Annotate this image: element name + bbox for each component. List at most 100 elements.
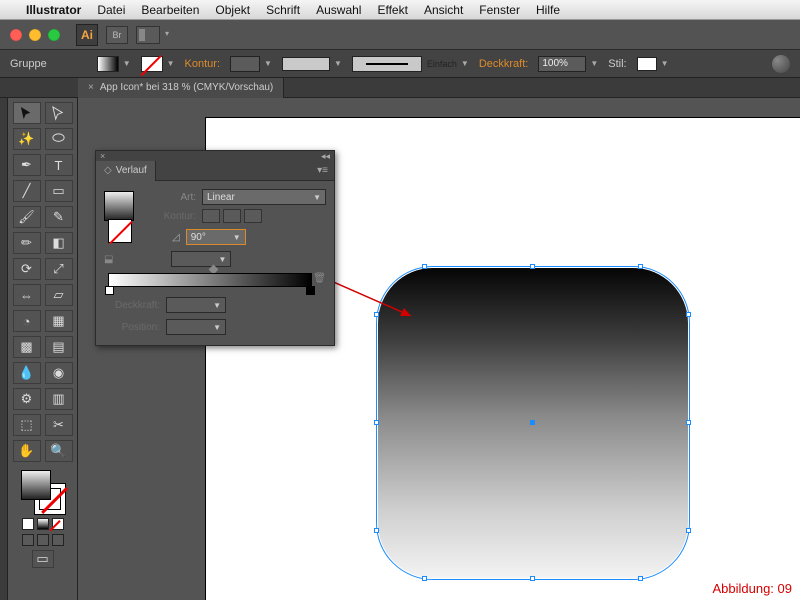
- close-tab-icon[interactable]: ×: [88, 82, 94, 93]
- aspect-ratio-input: ▼: [171, 251, 231, 267]
- menu-help[interactable]: Hilfe: [536, 3, 560, 17]
- eraser-tool[interactable]: ◧: [45, 232, 73, 254]
- selection-handle[interactable]: [374, 420, 379, 425]
- menu-object[interactable]: Objekt: [215, 3, 250, 17]
- selection-handle[interactable]: [638, 576, 643, 581]
- menu-view[interactable]: Ansicht: [424, 3, 463, 17]
- stop-position-label: Position:: [104, 322, 160, 333]
- type-tool[interactable]: T: [45, 154, 73, 176]
- stroke-weight-input[interactable]: ▼: [230, 56, 272, 72]
- menu-window[interactable]: Fenster: [479, 3, 520, 17]
- selection-handle[interactable]: [422, 264, 427, 269]
- gradient-preview-swatch[interactable]: [104, 191, 134, 221]
- magic-wand-tool[interactable]: ✨: [13, 128, 41, 150]
- draw-normal-button[interactable]: [22, 534, 34, 546]
- line-tool[interactable]: ╱: [13, 180, 41, 202]
- gradient-stroke-swatch[interactable]: [108, 219, 132, 243]
- menu-select[interactable]: Auswahl: [316, 3, 361, 17]
- selection-handle[interactable]: [686, 528, 691, 533]
- stop-opacity-label: Deckkraft:: [104, 300, 160, 311]
- brush-def[interactable]: Einfach▼: [352, 56, 469, 72]
- menu-effect[interactable]: Effekt: [377, 3, 407, 17]
- rectangle-tool[interactable]: ▭: [45, 180, 73, 202]
- lasso-tool[interactable]: [45, 128, 73, 150]
- menu-app[interactable]: Illustrator: [26, 3, 81, 17]
- arrange-documents-button[interactable]: [136, 26, 160, 44]
- panel-close-icon[interactable]: ×: [100, 151, 105, 161]
- free-transform-tool[interactable]: ▱: [45, 284, 73, 306]
- perspective-tool[interactable]: ▦: [45, 310, 73, 332]
- angle-icon: ◿: [172, 232, 180, 243]
- rotate-tool[interactable]: ⟳: [13, 258, 41, 280]
- selection-handle[interactable]: [530, 264, 535, 269]
- stroke-align-along[interactable]: [223, 209, 241, 223]
- zoom-window-button[interactable]: [48, 29, 60, 41]
- menu-type[interactable]: Schrift: [266, 3, 300, 17]
- selection-tool[interactable]: [13, 102, 41, 124]
- gradient-tool[interactable]: ▤: [45, 336, 73, 358]
- fill-stroke-indicator[interactable]: [21, 470, 65, 514]
- bridge-button[interactable]: Br: [106, 26, 128, 44]
- minimize-window-button[interactable]: [29, 29, 41, 41]
- tool-panel-handle[interactable]: [0, 98, 8, 600]
- draw-inside-button[interactable]: [52, 534, 64, 546]
- delete-stop-icon[interactable]: 🗑: [313, 273, 326, 284]
- document-tab[interactable]: × App Icon* bei 318 % (CMYK/Vorschau): [78, 78, 284, 98]
- eyedropper-tool[interactable]: 💧: [13, 362, 41, 384]
- panel-menu-icon[interactable]: ▾≡: [311, 165, 334, 176]
- selection-handle[interactable]: [422, 576, 427, 581]
- mesh-tool[interactable]: ▩: [13, 336, 41, 358]
- color-mode-button[interactable]: [22, 518, 34, 530]
- gradient-stop-end[interactable]: [306, 286, 315, 295]
- selection-handle[interactable]: [686, 420, 691, 425]
- symbol-sprayer-tool[interactable]: ⚙: [13, 388, 41, 410]
- gradient-ramp[interactable]: [108, 273, 312, 287]
- panel-collapse-icon[interactable]: ◂◂: [321, 151, 330, 162]
- screen-mode-button[interactable]: ▭: [32, 550, 54, 568]
- gradient-stop-start[interactable]: [105, 286, 114, 295]
- pen-tool[interactable]: ✒: [13, 154, 41, 176]
- scale-tool[interactable]: ⤢: [45, 258, 73, 280]
- menu-file[interactable]: Datei: [97, 3, 125, 17]
- stroke-align-within[interactable]: [202, 209, 220, 223]
- fill-swatch[interactable]: ▼: [97, 56, 131, 72]
- gradient-mode-button[interactable]: [37, 518, 49, 530]
- selection-handle[interactable]: [374, 312, 379, 317]
- zoom-tool[interactable]: 🔍: [45, 440, 73, 462]
- direct-selection-tool[interactable]: [45, 102, 73, 124]
- center-point: [530, 420, 535, 425]
- stroke-label[interactable]: Kontur:: [185, 58, 220, 70]
- selection-handle[interactable]: [530, 576, 535, 581]
- opacity-label[interactable]: Deckkraft:: [479, 58, 529, 70]
- gradient-angle-input[interactable]: 90°▼: [186, 229, 246, 245]
- paintbrush-tool[interactable]: 🖌: [13, 206, 41, 228]
- draw-behind-button[interactable]: [37, 534, 49, 546]
- stroke-align-across[interactable]: [244, 209, 262, 223]
- stroke-swatch[interactable]: ▼: [141, 56, 175, 72]
- blob-brush-tool[interactable]: ✏: [13, 232, 41, 254]
- style-swatch[interactable]: ▼: [637, 57, 669, 71]
- slice-tool[interactable]: ✂: [45, 414, 73, 436]
- gradient-type-dropdown[interactable]: Linear▼: [202, 189, 326, 205]
- selection-handle[interactable]: [638, 264, 643, 269]
- close-window-button[interactable]: [10, 29, 22, 41]
- none-mode-button[interactable]: [52, 518, 64, 530]
- shape-builder-tool[interactable]: ◔: [13, 310, 41, 332]
- selection-handle[interactable]: [686, 312, 691, 317]
- workspace-switcher-icon[interactable]: [772, 55, 790, 73]
- menu-edit[interactable]: Bearbeiten: [141, 3, 199, 17]
- selection-handle[interactable]: [374, 528, 379, 533]
- opacity-input[interactable]: 100%▼: [538, 56, 598, 72]
- pencil-tool[interactable]: ✎: [45, 206, 73, 228]
- graph-tool[interactable]: ▥: [45, 388, 73, 410]
- panel-tab-gradient[interactable]: ◇Verlauf: [96, 161, 156, 181]
- fill-indicator[interactable]: [21, 470, 51, 500]
- document-tab-bar: × App Icon* bei 318 % (CMYK/Vorschau): [0, 78, 800, 98]
- mac-menubar[interactable]: Illustrator Datei Bearbeiten Objekt Schr…: [0, 0, 800, 20]
- gradient-panel[interactable]: × ◂◂ ◇Verlauf ▾≡ Art: Linear▼ Kontur:: [95, 150, 335, 346]
- artboard-tool[interactable]: ⬚: [13, 414, 41, 436]
- blend-tool[interactable]: ◉: [45, 362, 73, 384]
- hand-tool[interactable]: ✋: [13, 440, 41, 462]
- stroke-profile[interactable]: ▼: [282, 57, 342, 71]
- width-tool[interactable]: ⇔: [13, 284, 41, 306]
